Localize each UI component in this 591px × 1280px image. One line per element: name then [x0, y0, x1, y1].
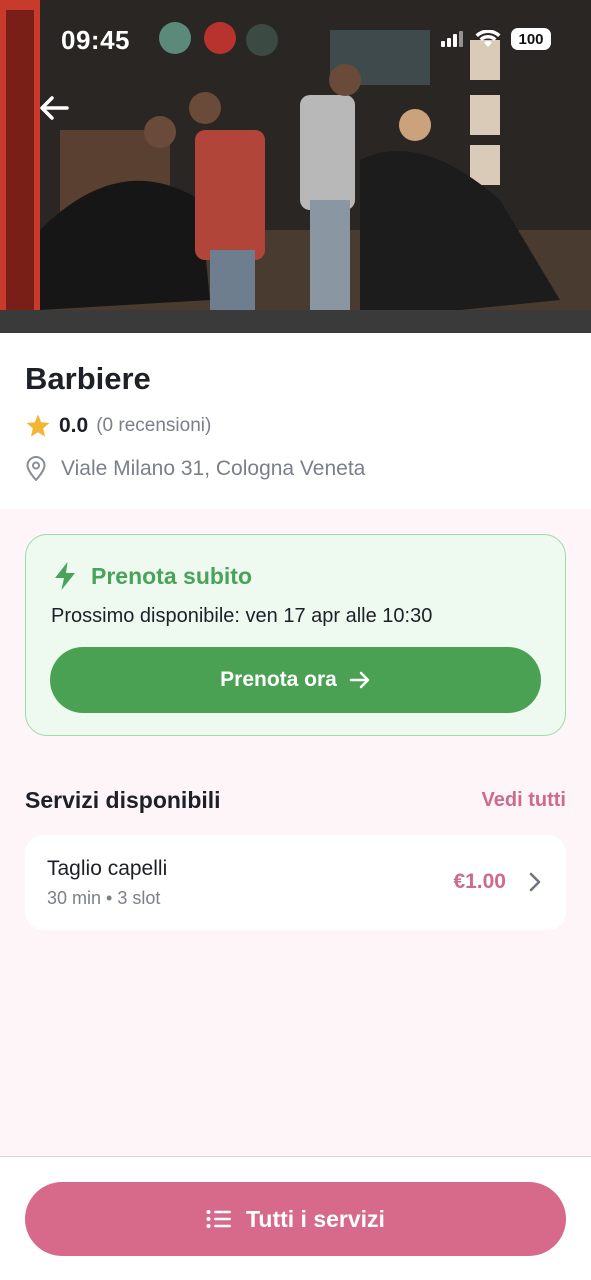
book-now-card: Prenota subito Prossimo disponibile: ven…: [25, 534, 566, 736]
all-services-button[interactable]: Tutti i servizi: [25, 1182, 566, 1256]
rating-value: 0.0: [59, 414, 89, 437]
wifi-icon: [475, 30, 501, 47]
rating-row: 0.0 (0 recensioni): [25, 413, 211, 439]
service-meta: 30 min • 3 slot: [47, 888, 161, 908]
arrow-right-icon: [349, 671, 370, 689]
battery-icon: 100: [511, 28, 551, 50]
bottom-action-bar: Tutti i servizi: [0, 1156, 591, 1280]
status-icons: 100: [441, 28, 551, 50]
service-price: €1.00: [453, 870, 506, 893]
shop-detail-screen: 09:45 100 Barbiere 0.0 (0 recensioni) Vi…: [0, 0, 591, 1280]
shop-info: Barbiere 0.0 (0 recensioni) Viale Milano…: [0, 333, 591, 509]
address-row: Viale Milano 31, Cologna Veneta: [25, 456, 365, 482]
chevron-right-icon: [529, 872, 541, 892]
review-count: (0 recensioni): [96, 415, 212, 436]
shop-address: Viale Milano 31, Cologna Veneta: [61, 457, 366, 480]
book-now-button[interactable]: Prenota ora: [50, 647, 541, 713]
book-now-title: Prenota subito: [91, 562, 253, 589]
lightning-icon: [55, 562, 75, 590]
service-item[interactable]: Taglio capelli 30 min • 3 slot €1.00: [25, 835, 566, 930]
next-available-text: Prossimo disponibile: ven 17 apr alle 10…: [51, 605, 433, 627]
shop-name: Barbiere: [25, 361, 151, 396]
back-button[interactable]: [30, 84, 78, 132]
all-services-button-label: Tutti i servizi: [246, 1205, 385, 1232]
service-name: Taglio capelli: [47, 857, 168, 880]
location-pin-icon: [26, 456, 46, 481]
book-now-header: Prenota subito: [53, 561, 252, 591]
book-now-button-label: Prenota ora: [220, 668, 337, 691]
services-section-title: Servizi disponibili: [25, 787, 221, 813]
status-time: 09:45: [61, 25, 130, 55]
star-icon: [26, 414, 50, 437]
arrow-left-icon: [40, 96, 69, 120]
status-bar: 09:45 100: [0, 0, 591, 80]
see-all-link[interactable]: Vedi tutti: [482, 789, 566, 812]
list-icon: [206, 1210, 232, 1228]
signal-icon: [441, 31, 463, 47]
shop-cover-photo: 09:45 100: [0, 0, 591, 333]
